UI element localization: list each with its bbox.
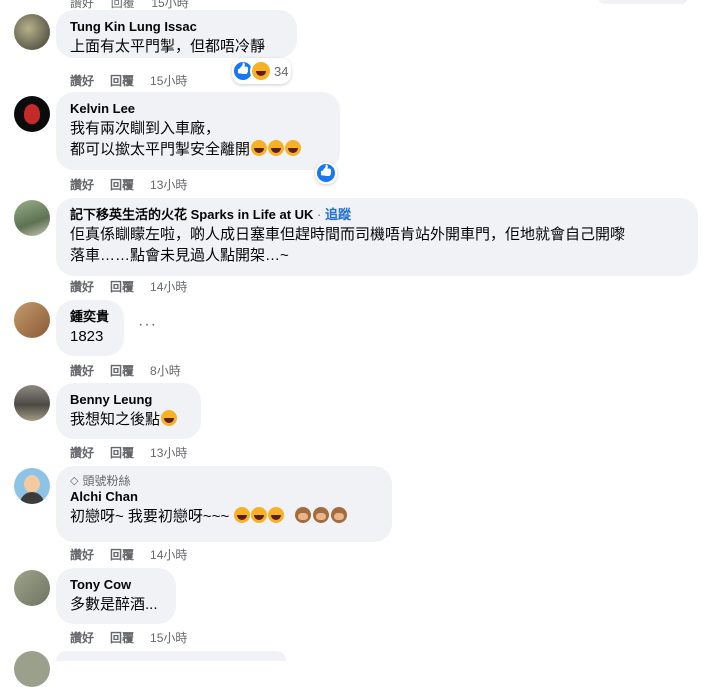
comment-author[interactable]: Tung Kin Lung Issac	[70, 18, 285, 36]
reply-link[interactable]: 回覆	[110, 546, 134, 563]
comment-text-line: 我有兩次瞓到入車廠，	[70, 120, 221, 137]
comment-text: 1823	[70, 328, 104, 345]
comment-bubble: 鍾奕貴 1823	[56, 300, 124, 356]
timestamp[interactable]: 13小時	[150, 176, 187, 193]
timestamp[interactable]: 13小時	[150, 444, 187, 461]
avatar[interactable]	[14, 570, 50, 606]
comment-text: 初戀呀~ 我要初戀呀~~~	[70, 506, 380, 527]
previous-comment-bubble-edge	[598, 0, 688, 4]
avatar-logo-icon	[24, 104, 40, 124]
timestamp[interactable]: 8小時	[150, 362, 181, 379]
comment-bubble: Tung Kin Lung Issac 上面有太平門掣，但都唔冷靜	[56, 10, 297, 58]
like-link[interactable]: 讚好	[70, 176, 94, 193]
comment-actions: 讚好 回覆 13小時	[70, 444, 203, 461]
comment-bubble: Tony Cow 多數是醉酒...	[56, 568, 176, 624]
comment-text-line: 都可以撳太平門掣安全離開	[70, 139, 328, 160]
timestamp[interactable]: 14小時	[150, 546, 187, 563]
follow-link[interactable]: 追蹤	[325, 207, 351, 222]
avatar-face-icon	[24, 475, 40, 493]
rofl-emoji-icon	[268, 140, 285, 156]
comment-text-line: 佢真係瞓矇左啦，啲人成日塞車但趕時間而司機唔肯站外開車門，佢地就會自己開嚟	[70, 226, 626, 243]
comment-author[interactable]: 鍾奕貴	[70, 308, 112, 326]
reply-link[interactable]: 回覆	[110, 629, 134, 646]
like-icon	[317, 164, 335, 182]
comment-actions: 讚好 回覆 15小時	[70, 72, 203, 89]
like-link[interactable]: 讚好	[70, 444, 94, 461]
comment-actions: 讚好 回覆 13小時	[70, 176, 203, 193]
avatar[interactable]	[14, 385, 50, 421]
like-link[interactable]: 讚好	[70, 546, 94, 563]
timestamp[interactable]: 15小時	[150, 72, 187, 89]
reply-link[interactable]: 回覆	[110, 444, 134, 461]
comment-author-row: 記下移英生活的火花 Sparks in Life at UK · 追蹤	[70, 206, 686, 224]
comment-author[interactable]: 記下移英生活的火花 Sparks in Life at UK	[70, 207, 313, 222]
comment-actions: 讚好 回覆 14小時	[70, 278, 203, 295]
like-link[interactable]: 讚好	[70, 629, 94, 646]
comment-author[interactable]: Benny Leung	[70, 391, 189, 409]
like-link[interactable]: 讚好	[70, 278, 94, 295]
top-fan-badge[interactable]: ◇ 頭號粉絲	[70, 472, 380, 488]
comment-author[interactable]: Kelvin Lee	[70, 100, 328, 118]
laughing-tears-emoji-icon	[268, 507, 285, 523]
like-link[interactable]: 讚好	[70, 72, 94, 89]
badge-label: 頭號粉絲	[82, 473, 131, 488]
more-options-icon[interactable]: ···	[138, 316, 157, 334]
rofl-emoji-icon	[251, 140, 268, 156]
reply-link[interactable]: 回覆	[111, 0, 135, 10]
comment-bubble: Benny Leung 我想知之後點	[56, 383, 201, 439]
timestamp[interactable]: 15小時	[151, 0, 188, 10]
reply-link[interactable]: 回覆	[110, 72, 134, 89]
rofl-emoji-icon	[161, 410, 178, 426]
reaction-count: 34	[274, 63, 289, 79]
comment-text: 多數是醉酒...	[70, 596, 158, 613]
comment-bubble: 記下移英生活的火花 Sparks in Life at UK · 追蹤 佢真係瞓…	[56, 198, 698, 276]
next-comment-bubble-edge	[56, 651, 286, 661]
comment-actions: 讚好 回覆 8小時	[70, 362, 197, 379]
timestamp[interactable]: 15小時	[150, 629, 187, 646]
like-link[interactable]: 讚好	[70, 0, 94, 10]
haha-icon	[250, 60, 272, 82]
reply-link[interactable]: 回覆	[110, 362, 134, 379]
laughing-tears-emoji-icon	[251, 507, 268, 523]
comment-author[interactable]: Tony Cow	[70, 576, 164, 594]
rofl-emoji-icon	[285, 140, 302, 156]
avatar[interactable]	[14, 200, 50, 236]
laughing-tears-emoji-icon	[234, 507, 251, 523]
see-no-evil-monkey-icon	[312, 507, 329, 523]
see-no-evil-monkey-icon	[330, 507, 347, 523]
avatar[interactable]	[14, 468, 50, 504]
see-no-evil-monkey-icon	[294, 507, 311, 523]
avatar[interactable]	[14, 651, 50, 687]
comment-actions: 讚好 回覆 15小時	[70, 629, 203, 646]
reaction-summary[interactable]: 34	[232, 58, 292, 84]
comment-bubble: Kelvin Lee 我有兩次瞓到入車廠， 都可以撳太平門掣安全離開	[56, 92, 340, 170]
avatar-body-icon	[20, 492, 44, 504]
comment-author[interactable]: Alchi Chan	[70, 488, 380, 506]
comment-bubble: ◇ 頭號粉絲 Alchi Chan 初戀呀~ 我要初戀呀~~~	[56, 466, 392, 542]
separator-dot: ·	[313, 207, 325, 222]
timestamp[interactable]: 14小時	[150, 278, 187, 295]
like-link[interactable]: 讚好	[70, 362, 94, 379]
reply-link[interactable]: 回覆	[110, 278, 134, 295]
comment-text: 上面有太平門掣，但都唔冷靜	[70, 38, 266, 55]
comment-text: 我想知之後點	[70, 409, 189, 430]
avatar[interactable]	[14, 96, 50, 132]
reaction-summary[interactable]	[315, 162, 337, 184]
avatar[interactable]	[14, 14, 50, 50]
reply-link[interactable]: 回覆	[110, 176, 134, 193]
comment-actions: 讚好 回覆 14小時	[70, 546, 203, 563]
comment-text-line: 落車……點會未見過人點開架…~	[70, 247, 289, 264]
avatar[interactable]	[14, 302, 50, 338]
diamond-icon: ◇	[70, 474, 79, 487]
